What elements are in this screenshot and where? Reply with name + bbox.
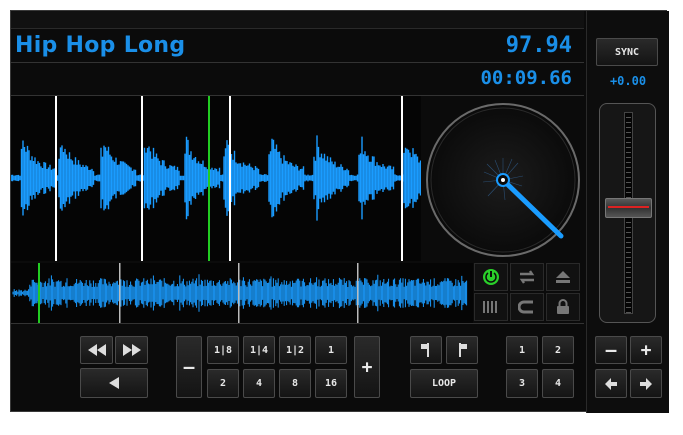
fast-forward-icon	[122, 344, 141, 356]
deck-options	[474, 263, 584, 323]
pitch-fader-handle[interactable]	[605, 198, 652, 218]
beat-marker	[229, 96, 231, 261]
hotcue-1-button[interactable]: 1	[506, 336, 538, 364]
beat-marker	[55, 96, 57, 261]
loop-button[interactable]: LOOP	[410, 369, 478, 398]
track-overview[interactable]	[11, 263, 473, 323]
loop-size-2[interactable]: 2	[207, 369, 239, 398]
fast-forward-button[interactable]	[115, 336, 148, 364]
rewind-button[interactable]	[80, 336, 113, 364]
loop-size-1-2[interactable]: 1|2	[279, 336, 311, 364]
overview-section-marker	[357, 263, 359, 323]
loop-size-16[interactable]: 16	[315, 369, 347, 398]
power-icon[interactable]	[474, 263, 508, 291]
loop-arrows-icon[interactable]	[510, 263, 544, 291]
overview-section-marker	[119, 263, 121, 323]
arrow-right-icon	[640, 377, 652, 390]
beat-marker	[141, 96, 143, 261]
play-reverse-button[interactable]	[80, 368, 148, 398]
overview-section-marker	[238, 263, 240, 323]
play-left-icon	[109, 377, 119, 389]
hotcue-3-button[interactable]: 3	[506, 369, 538, 398]
nudge-left-button[interactable]	[595, 369, 627, 398]
bpm-display[interactable]: 97.94	[506, 33, 572, 58]
overview-svg	[12, 263, 468, 323]
hotcue-4-button[interactable]: 4	[542, 369, 574, 398]
loop-in-button[interactable]	[410, 336, 442, 364]
jog-platter[interactable]	[423, 96, 584, 261]
loop-halve-button[interactable]: –	[176, 336, 202, 398]
rewind-icon	[87, 344, 106, 356]
pitch-column: SYNC +0.00 – +	[586, 11, 669, 413]
eject-icon[interactable]	[546, 263, 580, 291]
loop-size-8[interactable]: 8	[279, 369, 311, 398]
pitch-down-button[interactable]: –	[595, 336, 627, 364]
loop-out-button[interactable]	[446, 336, 478, 364]
beatgrid-icon[interactable]	[474, 293, 508, 321]
nudge-right-button[interactable]	[630, 369, 662, 398]
lock-icon[interactable]	[546, 293, 580, 321]
loop-size-1-8[interactable]: 1|8	[207, 336, 239, 364]
deck-panel: Hip Hop Long 97.94 00:09.66 – 1|8 1|4 1|…	[10, 10, 669, 413]
overview-playhead	[38, 263, 40, 323]
pitch-fader[interactable]	[599, 103, 656, 323]
top-bar	[11, 11, 584, 29]
beat-marker	[401, 96, 403, 261]
waveform-display[interactable]	[11, 96, 421, 261]
loop-size-4[interactable]: 4	[243, 369, 275, 398]
playhead	[208, 96, 210, 261]
sync-button[interactable]: SYNC	[596, 38, 658, 66]
loop-double-button[interactable]: +	[354, 336, 380, 398]
pitch-value: +0.00	[609, 74, 647, 88]
track-title: Hip Hop Long	[15, 33, 186, 58]
elapsed-time[interactable]: 00:09.66	[480, 67, 572, 89]
waveform-svg	[11, 96, 421, 261]
loop-size-1[interactable]: 1	[315, 336, 347, 364]
hotcue-2-button[interactable]: 2	[542, 336, 574, 364]
arrow-left-icon	[605, 377, 617, 390]
pitch-up-button[interactable]: +	[630, 336, 662, 364]
magnet-icon[interactable]	[510, 293, 544, 321]
loop-size-1-4[interactable]: 1|4	[243, 336, 275, 364]
flag-in-icon	[421, 343, 429, 357]
flag-out-icon	[459, 343, 467, 357]
